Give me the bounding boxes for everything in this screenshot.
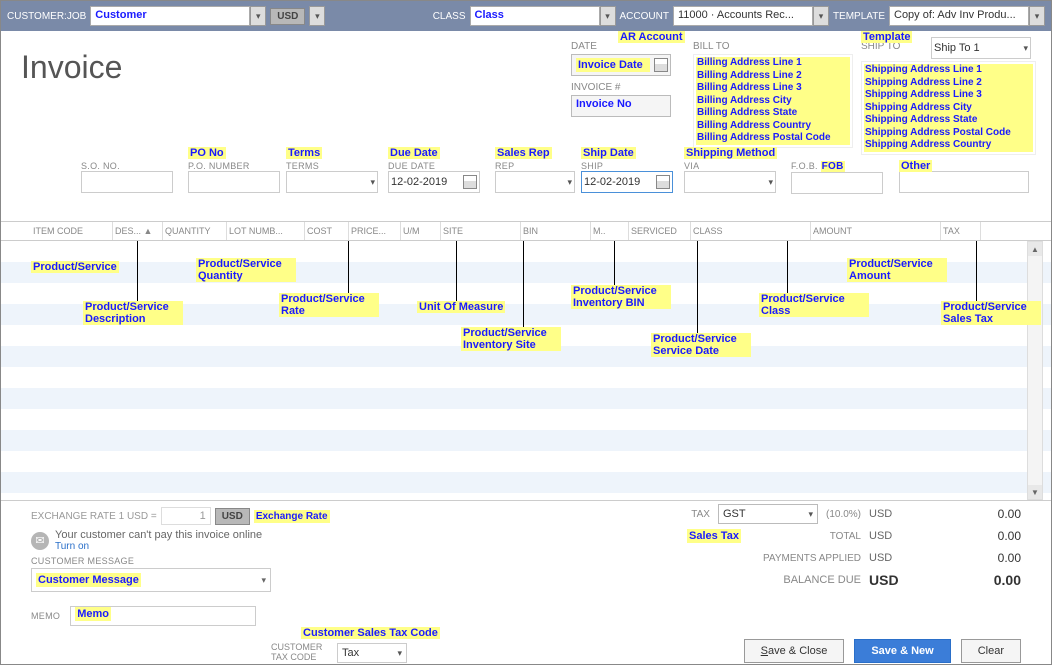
ship-to-select[interactable]: Ship To 1 — [931, 37, 1031, 59]
line-items-header: ITEM CODE DES... ▲ QUANTITY LOT NUMB... … — [1, 221, 1051, 241]
other-field[interactable] — [899, 171, 1029, 193]
customer-job-label: CUSTOMER:JOB — [7, 11, 86, 22]
calendar-icon[interactable] — [656, 175, 670, 189]
invoice-no-field[interactable]: Invoice No — [571, 95, 671, 117]
ship-to-address[interactable]: Shipping Address Line 1 Shipping Address… — [861, 61, 1036, 155]
footer-area: EXCHANGE RATE 1 USD = USD Exchange Rate … — [1, 501, 1051, 671]
tax-code-select[interactable]: Tax — [337, 643, 407, 663]
clear-button[interactable]: Clear — [961, 639, 1021, 663]
save-close-button[interactable]: Save & Close — [744, 639, 845, 663]
template-annotation: Template — [861, 31, 912, 43]
customer-select[interactable]: Customer — [90, 6, 266, 26]
date-block: DATE Invoice Date INVOICE # Invoice No — [571, 41, 671, 117]
secondary-fields: S.O. NO. PO No P.O. NUMBER Terms TERMS D… — [1, 161, 1051, 221]
save-new-button[interactable]: Save & New — [854, 639, 950, 663]
due-date-field[interactable]: 12-02-2019 — [388, 171, 480, 193]
ar-account-annotation: AR Account — [618, 31, 685, 43]
scroll-up-icon[interactable]: ▲ — [1028, 242, 1042, 256]
total-amount: 0.00 — [911, 529, 1021, 543]
bill-to-block: BILL TO Billing Address Line 1 Billing A… — [693, 41, 853, 148]
invoice-no-label: INVOICE # — [571, 82, 671, 93]
memo-input[interactable]: Memo — [70, 606, 256, 626]
header-area: Invoice DATE Invoice Date INVOICE # Invo… — [1, 31, 1051, 161]
rep-select[interactable] — [495, 171, 575, 193]
bill-to-address[interactable]: Billing Address Line 1 Billing Address L… — [693, 54, 853, 148]
tax-amount: 0.00 — [911, 507, 1021, 521]
customer-message-select[interactable]: Customer Message — [31, 568, 271, 592]
currency-badge: USD — [270, 8, 305, 25]
class-select[interactable]: Class — [470, 6, 616, 26]
email-icon: ✉ — [31, 532, 49, 550]
balance-due: 0.00 — [911, 572, 1021, 588]
totals-block: TAX GST (10.0%) USD 0.00 Sales Tax TOTAL… — [601, 503, 1021, 591]
po-no-field[interactable] — [188, 171, 280, 193]
fob-field[interactable] — [791, 172, 883, 194]
date-field[interactable]: Invoice Date — [571, 54, 671, 76]
grid-scrollbar[interactable]: ▲ ▼ — [1027, 241, 1043, 500]
class-label: CLASS — [433, 11, 466, 22]
currency-dropdown[interactable] — [309, 6, 325, 26]
template-select[interactable]: Copy of: Adv Inv Produ... — [889, 6, 1045, 26]
account-select[interactable]: 11000 · Accounts Rec... — [673, 6, 829, 26]
exchange-rate-input[interactable] — [161, 507, 211, 525]
calendar-icon[interactable] — [654, 58, 668, 72]
calendar-icon[interactable] — [463, 175, 477, 189]
terms-select[interactable] — [286, 171, 378, 193]
scroll-down-icon[interactable]: ▼ — [1028, 485, 1042, 499]
turn-on-link[interactable]: Turn on — [55, 541, 262, 552]
top-bar: CUSTOMER:JOB Customer USD CLASS Class AC… — [1, 1, 1051, 31]
payments-applied: 0.00 — [911, 551, 1021, 565]
account-label: ACCOUNT — [620, 11, 669, 22]
so-no-field[interactable] — [81, 171, 173, 193]
tax-select[interactable]: GST — [718, 504, 818, 524]
ship-date-field[interactable]: 12-02-2019 — [581, 171, 673, 193]
via-select[interactable] — [684, 171, 776, 193]
template-label: TEMPLATE — [833, 11, 885, 22]
line-items-grid[interactable]: ▲ ▼ Product/Service Product/Service Desc… — [1, 241, 1051, 501]
